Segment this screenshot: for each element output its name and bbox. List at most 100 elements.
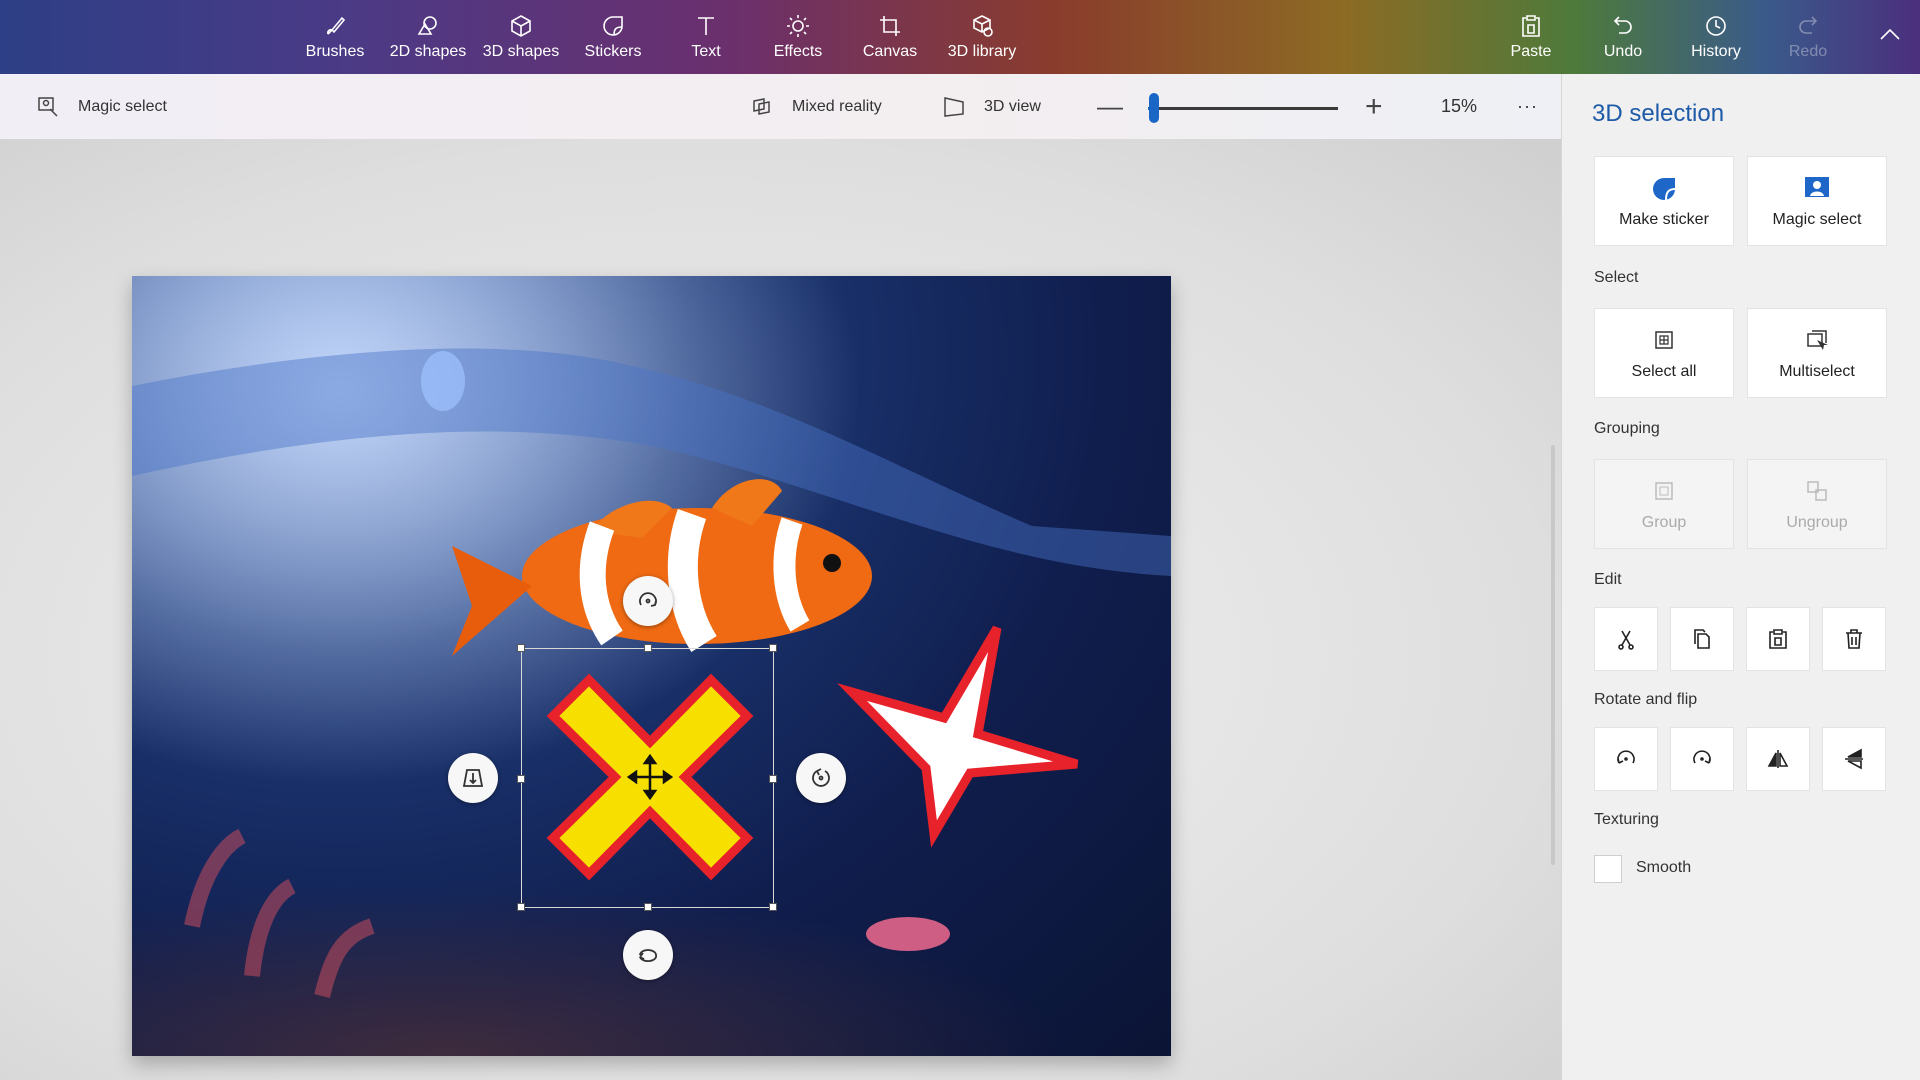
redo-label: Redo — [1788, 43, 1828, 60]
ungroup-button[interactable]: Ungroup — [1747, 459, 1887, 549]
flip-vertical-button[interactable] — [1822, 727, 1886, 791]
selection-box[interactable] — [517, 644, 777, 911]
select-section-label: Select — [1594, 269, 1639, 286]
select-all-button[interactable]: Select all — [1594, 308, 1734, 398]
rotate-x-handle[interactable] — [623, 930, 673, 980]
3d-shapes-button[interactable]: 3D shapes — [481, 0, 561, 74]
redo-icon — [1799, 16, 1818, 34]
collapse-toolbar-button[interactable] — [1870, 0, 1910, 74]
zoom-slider-track[interactable] — [1148, 107, 1338, 110]
rotate-left-icon — [1617, 750, 1635, 764]
group-button[interactable]: Group — [1594, 459, 1734, 549]
zoom-level[interactable]: 15% — [1441, 74, 1477, 139]
text-button[interactable]: Text — [671, 0, 741, 74]
rotate-vertical-icon — [812, 768, 830, 787]
smooth-label: Smooth — [1636, 859, 1692, 876]
zoom-slider-thumb[interactable] — [1148, 93, 1159, 123]
zoom-in-button[interactable]: + — [1365, 74, 1383, 139]
undo-button[interactable]: Undo — [1590, 0, 1656, 74]
copy-button[interactable] — [1670, 607, 1734, 671]
multiselect-icon — [1807, 330, 1828, 350]
brushes-button[interactable]: Brushes — [300, 0, 370, 74]
canvas-label: Canvas — [862, 43, 918, 60]
top-toolbar: Brushes 2D shapes 3D shapes Stickers Tex… — [0, 0, 1920, 74]
rotate-y-handle[interactable] — [796, 753, 846, 803]
multiselect-button[interactable]: Multiselect — [1747, 308, 1887, 398]
brush-icon — [327, 16, 346, 35]
paste-label: Paste — [1510, 43, 1552, 60]
magic-select-toolbar-button[interactable]: Magic select — [36, 74, 167, 139]
redo-button[interactable]: Redo — [1775, 0, 1841, 74]
magic-select-panel-button[interactable]: Magic select — [1747, 156, 1887, 246]
ungroup-label: Ungroup — [1786, 514, 1848, 531]
3d-library-label: 3D library — [947, 43, 1017, 60]
history-button[interactable]: History — [1680, 0, 1752, 74]
magic-select-label: Magic select — [78, 97, 167, 115]
cut-button[interactable] — [1594, 607, 1658, 671]
magic-select-panel-label: Magic select — [1772, 211, 1862, 228]
resize-handle-left[interactable] — [517, 775, 525, 783]
paste-panel-button[interactable] — [1746, 607, 1810, 671]
select-all-icon — [1655, 331, 1673, 349]
effects-label: Effects — [773, 43, 823, 60]
undo-icon — [1613, 16, 1632, 34]
paste-icon — [1769, 629, 1787, 649]
rotate-left-button[interactable] — [1594, 727, 1658, 791]
resize-handle-bottom-left[interactable] — [517, 903, 525, 911]
resize-handle-top-left[interactable] — [517, 644, 525, 652]
3d-shapes-label: 3D shapes — [482, 43, 560, 60]
make-sticker-label: Make sticker — [1619, 211, 1709, 228]
text-label: Text — [691, 43, 721, 60]
3d-library-icon — [973, 15, 993, 37]
flip-horizontal-button[interactable] — [1746, 727, 1810, 791]
panel-title: 3D selection — [1592, 100, 1725, 127]
resize-handle-bottom[interactable] — [644, 903, 652, 911]
paste-button[interactable]: Paste — [1496, 0, 1566, 74]
depth-icon — [462, 769, 484, 787]
resize-handle-top[interactable] — [644, 644, 652, 652]
resize-handle-right[interactable] — [769, 775, 777, 783]
stickers-button[interactable]: Stickers — [578, 0, 648, 74]
2d-shapes-label: 2D shapes — [389, 43, 467, 60]
3d-view-label: 3D view — [984, 97, 1041, 115]
delete-button[interactable] — [1822, 607, 1886, 671]
paste-icon — [1522, 15, 1540, 37]
smooth-checkbox[interactable] — [1594, 855, 1622, 883]
rotate-flip-section-label: Rotate and flip — [1594, 691, 1698, 708]
copy-icon — [1694, 629, 1710, 649]
text-icon — [698, 17, 714, 35]
2d-shapes-button[interactable]: 2D shapes — [388, 0, 468, 74]
mixed-reality-label: Mixed reality — [792, 97, 882, 115]
magic-select-icon — [38, 96, 58, 117]
effects-icon — [787, 15, 809, 37]
resize-handle-bottom-right[interactable] — [769, 903, 777, 911]
more-options-button[interactable]: ··· — [1517, 74, 1538, 139]
make-sticker-button[interactable]: Make sticker — [1594, 156, 1734, 246]
rotate-z-handle[interactable] — [623, 576, 673, 626]
texturing-section-label: Texturing — [1594, 811, 1659, 828]
3d-selection-panel: 3D selection Make sticker Magic select S… — [1561, 74, 1920, 1080]
3d-library-button[interactable]: 3D library — [942, 0, 1022, 74]
effects-button[interactable]: Effects — [763, 0, 833, 74]
depth-handle[interactable] — [448, 753, 498, 803]
mixed-reality-button[interactable]: Mixed reality — [750, 74, 882, 139]
group-label: Group — [1641, 514, 1687, 531]
3d-view-button[interactable]: 3D view — [942, 74, 1041, 139]
flip-vertical-icon — [1845, 748, 1863, 770]
mixed-reality-icon — [753, 97, 770, 115]
canvas-button[interactable]: Canvas — [855, 0, 925, 74]
rotate-right-icon — [1693, 750, 1711, 764]
resize-handle-top-right[interactable] — [769, 644, 777, 652]
brushes-label: Brushes — [305, 43, 365, 60]
vertical-scrollbar[interactable] — [1551, 445, 1555, 865]
rotate-right-button[interactable] — [1670, 727, 1734, 791]
history-icon — [1706, 16, 1726, 36]
trash-icon — [1846, 629, 1862, 649]
select-all-label: Select all — [1631, 363, 1697, 380]
3d-view-icon — [944, 96, 964, 117]
zoom-out-button[interactable]: — — [1097, 74, 1123, 139]
flip-horizontal-icon — [1767, 750, 1789, 768]
3d-shapes-icon — [511, 15, 531, 37]
grouping-section-label: Grouping — [1594, 420, 1660, 437]
history-label: History — [1691, 43, 1741, 60]
